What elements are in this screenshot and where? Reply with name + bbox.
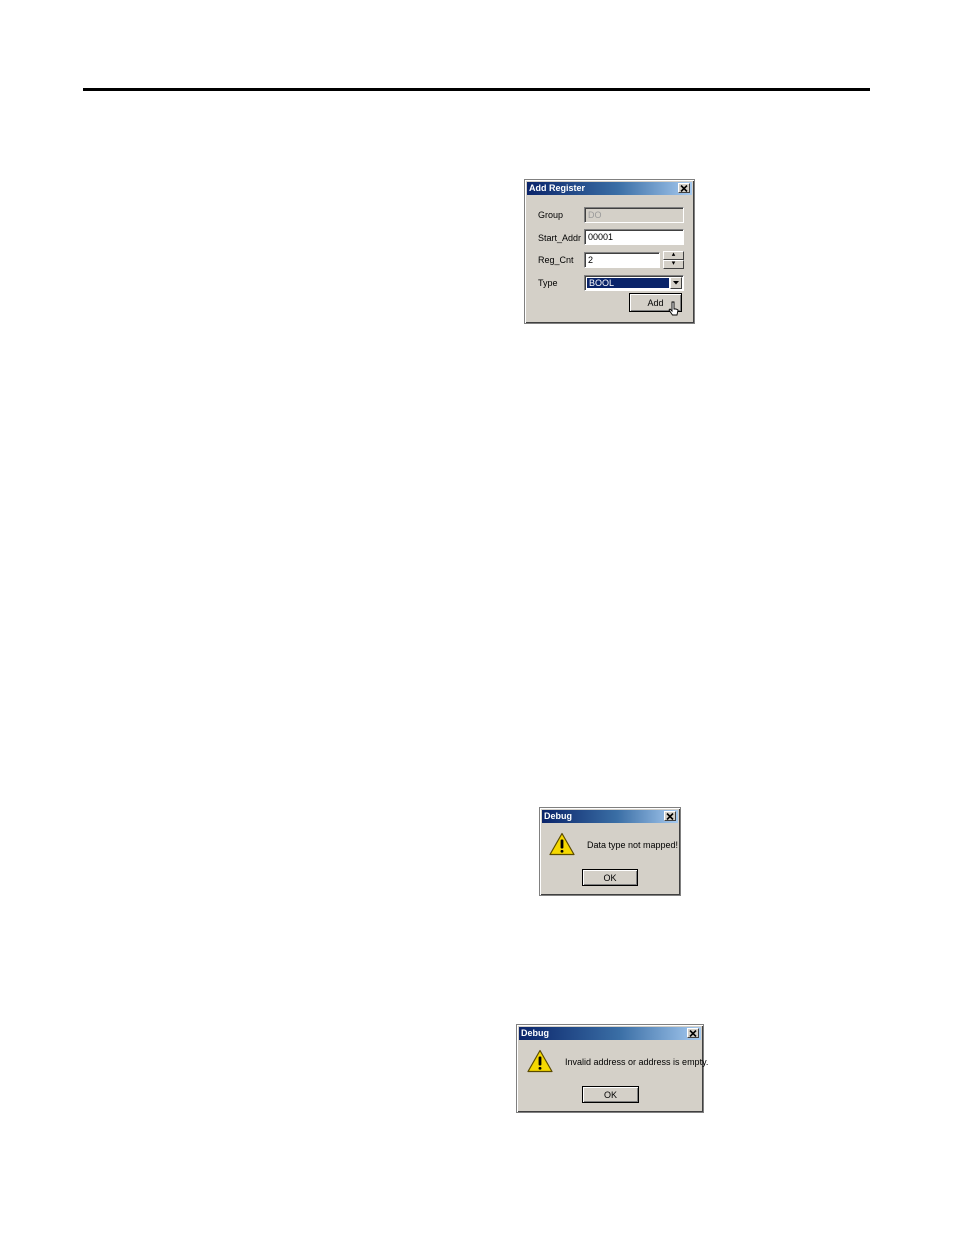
warning-icon xyxy=(527,1049,553,1073)
debug-dialog-titlebar[interactable]: Debug xyxy=(542,810,678,823)
debug-dialog-title: Debug xyxy=(544,811,572,821)
debug-dialog-title: Debug xyxy=(521,1028,549,1038)
type-select[interactable]: BOOL xyxy=(584,275,684,291)
close-button[interactable] xyxy=(678,183,690,193)
add-register-dialog: Add Register Group DO Start_Addr 00001 R… xyxy=(524,179,695,324)
warning-icon xyxy=(549,832,575,856)
page-header-rule xyxy=(83,88,870,91)
close-button[interactable] xyxy=(664,811,676,821)
close-icon xyxy=(689,1029,697,1037)
type-selected-value: BOOL xyxy=(587,278,669,288)
group-label: Group xyxy=(538,210,564,220)
chevron-down-icon xyxy=(673,281,679,285)
reg-cnt-field[interactable]: 2 xyxy=(584,252,660,268)
reg-cnt-spin-up-button[interactable]: ▴ xyxy=(663,251,684,260)
close-button[interactable] xyxy=(687,1028,699,1038)
close-icon xyxy=(680,184,688,192)
spin-up-icon: ▴ xyxy=(671,251,676,258)
reg-cnt-label: Reg_Cnt xyxy=(538,255,574,265)
ok-button[interactable]: OK xyxy=(582,1086,639,1103)
reg-cnt-spin-down-button[interactable]: ▾ xyxy=(663,260,684,269)
add-register-titlebar[interactable]: Add Register xyxy=(527,182,692,195)
add-register-title: Add Register xyxy=(529,183,586,193)
start-addr-field[interactable]: 00001 xyxy=(584,229,684,245)
debug-message: Invalid address or address is empty. xyxy=(565,1057,709,1067)
start-addr-label: Start_Addr xyxy=(538,233,582,243)
group-field: DO xyxy=(584,207,684,223)
spin-down-icon: ▾ xyxy=(671,260,676,267)
debug-dialog-titlebar[interactable]: Debug xyxy=(519,1027,701,1040)
type-label: Type xyxy=(538,278,558,288)
debug-dialog-invalid-address: Debug Invalid address or address is empt… xyxy=(516,1024,708,1113)
close-icon xyxy=(666,812,674,820)
debug-message: Data type not mapped! xyxy=(587,840,679,850)
mouse-cursor-icon xyxy=(668,301,679,316)
type-dropdown-button[interactable] xyxy=(670,277,682,289)
ok-button[interactable]: OK xyxy=(582,869,638,886)
debug-dialog-data-type: Debug Data type not mapped! OK xyxy=(539,807,681,896)
